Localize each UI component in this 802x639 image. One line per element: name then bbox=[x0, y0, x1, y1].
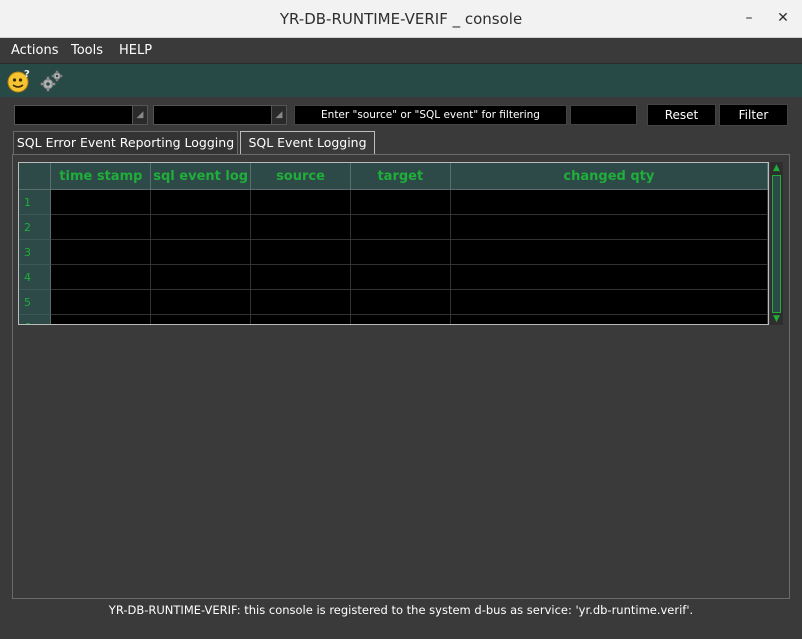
title-bar: YR-DB-RUNTIME-VERIF _ console – ✕ bbox=[0, 0, 802, 38]
column-header-changed-qty[interactable]: changed qty bbox=[450, 163, 768, 190]
filter-row: ◢ ◢ Enter "source" or "SQL event" for fi… bbox=[0, 103, 802, 127]
cell[interactable] bbox=[250, 314, 351, 324]
cell[interactable] bbox=[450, 214, 768, 240]
tab-sql-error-event-reporting-logging[interactable]: SQL Error Event Reporting Logging bbox=[13, 131, 238, 155]
toolbar: ? bbox=[0, 64, 802, 97]
scrollbar-thumb[interactable] bbox=[772, 175, 781, 313]
row-number[interactable]: 5 bbox=[19, 289, 52, 315]
cell[interactable] bbox=[150, 314, 252, 324]
cell[interactable] bbox=[450, 189, 768, 215]
cell[interactable] bbox=[450, 239, 768, 265]
filter-hint-field[interactable]: Enter "source" or "SQL event" for filter… bbox=[294, 105, 567, 125]
table-row[interactable]: 3 bbox=[19, 239, 768, 265]
cell[interactable] bbox=[350, 214, 451, 240]
row-number[interactable]: 3 bbox=[19, 239, 52, 265]
cell[interactable] bbox=[250, 189, 351, 215]
tab-sql-event-logging[interactable]: SQL Event Logging bbox=[240, 131, 375, 155]
status-message: YR-DB-RUNTIME-VERIF: this console is reg… bbox=[108, 603, 694, 617]
row-number[interactable]: 6 bbox=[19, 314, 52, 324]
row-number[interactable]: 4 bbox=[19, 264, 52, 290]
table-row[interactable]: 5 bbox=[19, 289, 768, 315]
cell[interactable] bbox=[350, 189, 451, 215]
column-header-target[interactable]: target bbox=[350, 163, 451, 190]
minimize-icon[interactable]: – bbox=[739, 8, 759, 28]
row-number[interactable]: 1 bbox=[19, 189, 52, 215]
table-header-row: time stamp sql event log source target c… bbox=[19, 163, 768, 190]
column-header-time-stamp[interactable]: time stamp bbox=[50, 163, 152, 190]
cell[interactable] bbox=[150, 289, 252, 315]
settings-gears-icon[interactable] bbox=[39, 68, 65, 94]
column-header-source[interactable]: source bbox=[250, 163, 351, 190]
cell[interactable] bbox=[50, 214, 152, 240]
chevron-down-icon[interactable]: ◢ bbox=[271, 106, 286, 124]
cell[interactable] bbox=[50, 314, 152, 324]
reset-button[interactable]: Reset bbox=[647, 104, 716, 126]
cell[interactable] bbox=[150, 239, 252, 265]
event-log-table[interactable]: time stamp sql event log source target c… bbox=[18, 162, 769, 325]
cell[interactable] bbox=[450, 314, 768, 324]
corner-cell[interactable] bbox=[19, 163, 52, 190]
filter-combo-2[interactable]: ◢ bbox=[153, 105, 287, 125]
cell[interactable] bbox=[450, 264, 768, 290]
table-row[interactable]: 6 bbox=[19, 314, 768, 324]
cell[interactable] bbox=[50, 289, 152, 315]
filter-combo-1[interactable]: ◢ bbox=[14, 105, 148, 125]
filter-button[interactable]: Filter bbox=[719, 104, 788, 126]
cell[interactable] bbox=[350, 314, 451, 324]
cell[interactable] bbox=[250, 264, 351, 290]
cell[interactable] bbox=[450, 289, 768, 315]
cell[interactable] bbox=[50, 189, 152, 215]
close-icon[interactable]: ✕ bbox=[773, 8, 793, 28]
column-header-sql-event-log[interactable]: sql event log bbox=[150, 163, 252, 190]
scroll-up-icon[interactable]: ▲ bbox=[770, 162, 783, 174]
cell[interactable] bbox=[150, 264, 252, 290]
cell[interactable] bbox=[350, 264, 451, 290]
cell[interactable] bbox=[250, 289, 351, 315]
table-row[interactable]: 4 bbox=[19, 264, 768, 290]
cell[interactable] bbox=[350, 239, 451, 265]
chevron-down-icon[interactable]: ◢ bbox=[132, 106, 147, 124]
cell[interactable] bbox=[250, 239, 351, 265]
cell[interactable] bbox=[150, 189, 252, 215]
menu-help[interactable]: HELP bbox=[119, 43, 152, 58]
window-title: YR-DB-RUNTIME-VERIF _ console bbox=[279, 10, 523, 28]
menu-bar: Actions Tools HELP bbox=[0, 38, 802, 64]
cell[interactable] bbox=[250, 214, 351, 240]
cell[interactable] bbox=[150, 214, 252, 240]
svg-text:?: ? bbox=[24, 69, 30, 80]
cell[interactable] bbox=[50, 264, 152, 290]
table-row[interactable]: 1 bbox=[19, 189, 768, 215]
menu-tools[interactable]: Tools bbox=[71, 43, 103, 58]
cell[interactable] bbox=[50, 239, 152, 265]
menu-actions[interactable]: Actions bbox=[11, 43, 59, 58]
row-number[interactable]: 2 bbox=[19, 214, 52, 240]
filter-value-field[interactable] bbox=[570, 105, 637, 125]
help-smiley-icon[interactable]: ? bbox=[6, 68, 32, 94]
vertical-scrollbar[interactable]: ▲ ▼ bbox=[770, 162, 783, 325]
cell[interactable] bbox=[350, 289, 451, 315]
scroll-down-icon[interactable]: ▼ bbox=[770, 313, 783, 325]
table-row[interactable]: 2 bbox=[19, 214, 768, 240]
